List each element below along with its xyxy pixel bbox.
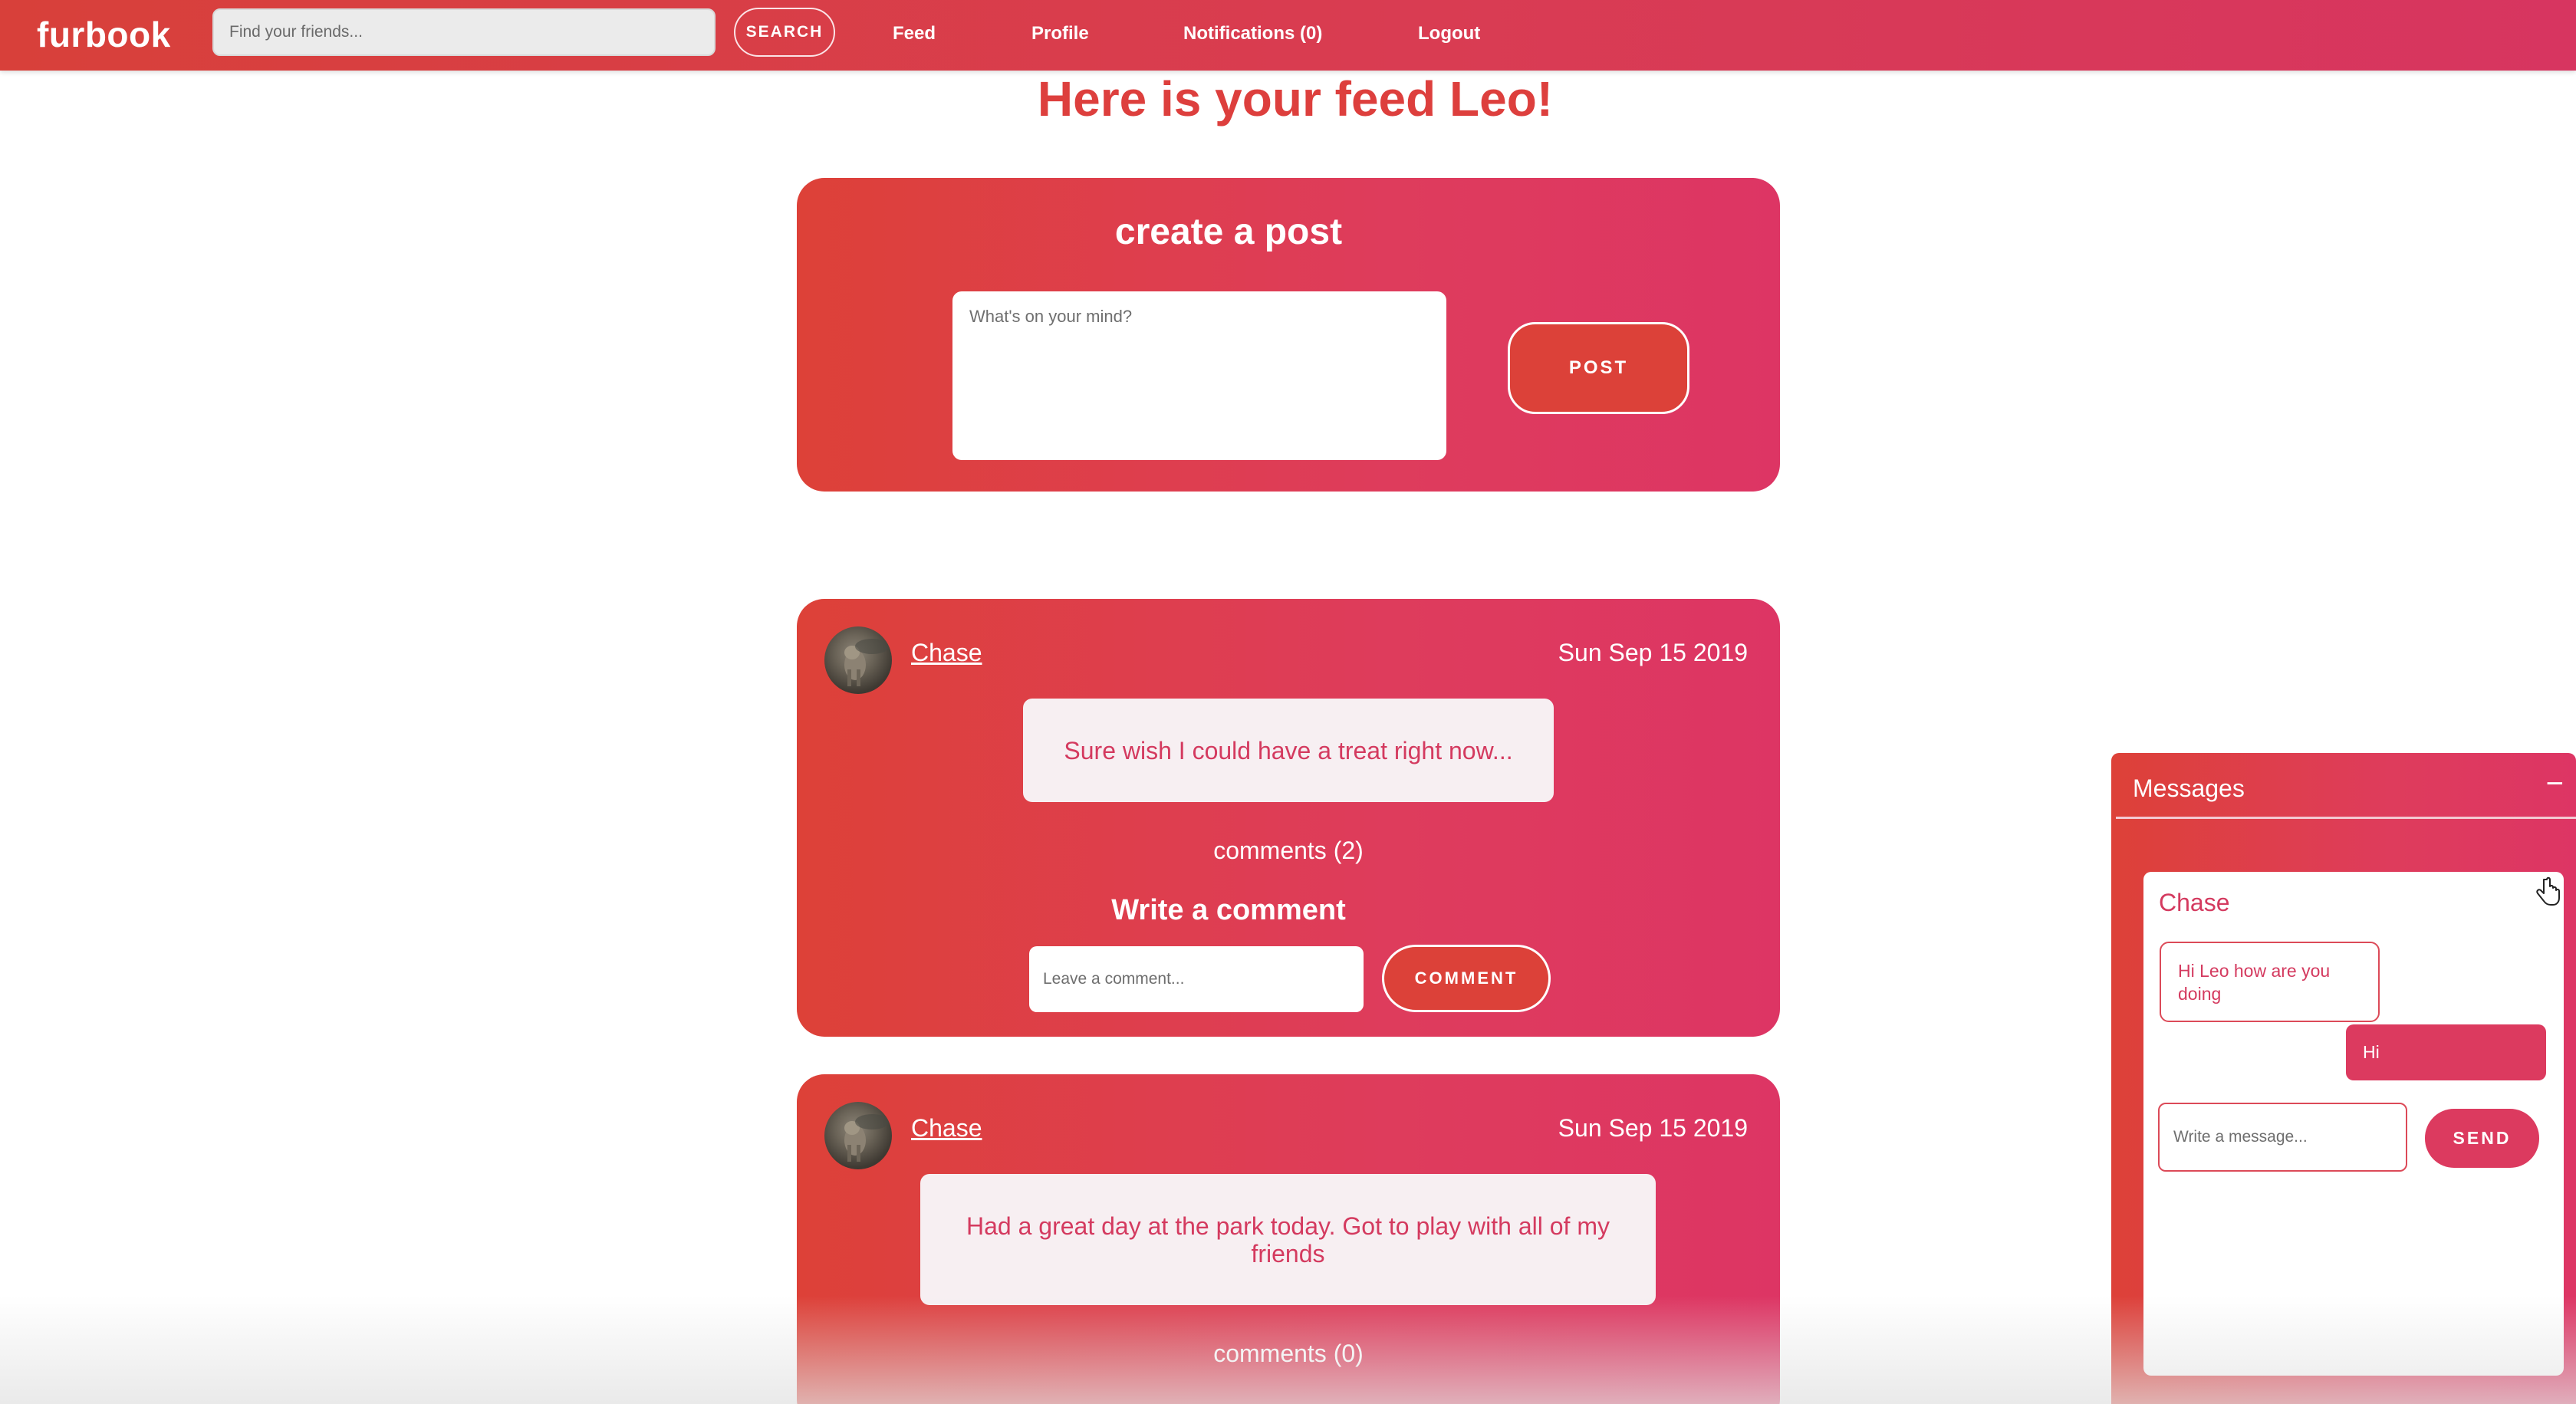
sent-message: Hi: [2346, 1024, 2546, 1080]
nav-feed-link[interactable]: Feed: [893, 23, 936, 44]
nav-logout-link[interactable]: Logout: [1418, 23, 1480, 44]
dog-avatar-icon: [844, 639, 889, 686]
nav-notifications-link[interactable]: Notifications (0): [1183, 23, 1322, 44]
post-date: Sun Sep 15 2019: [1558, 639, 1748, 666]
nav-profile-link[interactable]: Profile: [1031, 23, 1089, 44]
post-card: Chase Sun Sep 15 2019 Sure wish I could …: [797, 599, 1780, 1037]
post-textarea[interactable]: [952, 291, 1446, 460]
comments-count-link[interactable]: comments (2): [797, 837, 1780, 865]
messages-header[interactable]: Messages −: [2116, 753, 2576, 819]
post-body: Had a great day at the park today. Got t…: [920, 1174, 1656, 1305]
post-button[interactable]: POST: [1508, 322, 1689, 414]
hand-cursor-icon[interactable]: [2535, 876, 2561, 907]
messages-title: Messages: [2133, 774, 2245, 802]
post-card: Chase Sun Sep 15 2019 Had a great day at…: [797, 1074, 1780, 1404]
dog-avatar-icon: [844, 1114, 889, 1162]
create-post-card: create a post POST: [797, 178, 1780, 492]
avatar[interactable]: [824, 626, 892, 694]
brand-logo[interactable]: furbook: [37, 14, 171, 55]
feed-heading: Here is your feed Leo!: [1037, 71, 1554, 127]
create-post-title: create a post: [1114, 212, 1343, 252]
write-comment-title: Write a comment: [1111, 894, 1346, 926]
chat-window: Chase Hi Leo how are you doing Hi SEND: [2143, 872, 2564, 1376]
minimize-icon[interactable]: −: [2546, 767, 2564, 801]
message-input[interactable]: [2158, 1103, 2407, 1172]
post-body: Sure wish I could have a treat right now…: [1023, 699, 1554, 802]
comments-count-link[interactable]: comments (0): [797, 1340, 1780, 1368]
post-date: Sun Sep 15 2019: [1558, 1114, 1748, 1142]
friend-search-input[interactable]: [212, 8, 716, 56]
received-message: Hi Leo how are you doing: [2160, 942, 2380, 1022]
search-button[interactable]: SEARCH: [734, 8, 835, 57]
chat-contact-name: Chase: [2159, 889, 2230, 916]
post-author-link[interactable]: Chase: [911, 1114, 982, 1143]
avatar[interactable]: [824, 1102, 892, 1169]
comment-button[interactable]: COMMENT: [1382, 945, 1551, 1012]
send-button[interactable]: SEND: [2425, 1109, 2539, 1168]
messages-panel: Messages − Chase Hi Leo how are you doin…: [2111, 753, 2576, 1404]
comment-input[interactable]: [1029, 946, 1364, 1012]
post-author-link[interactable]: Chase: [911, 639, 982, 667]
navbar: furbook SEARCH Feed Profile Notification…: [0, 0, 2576, 71]
